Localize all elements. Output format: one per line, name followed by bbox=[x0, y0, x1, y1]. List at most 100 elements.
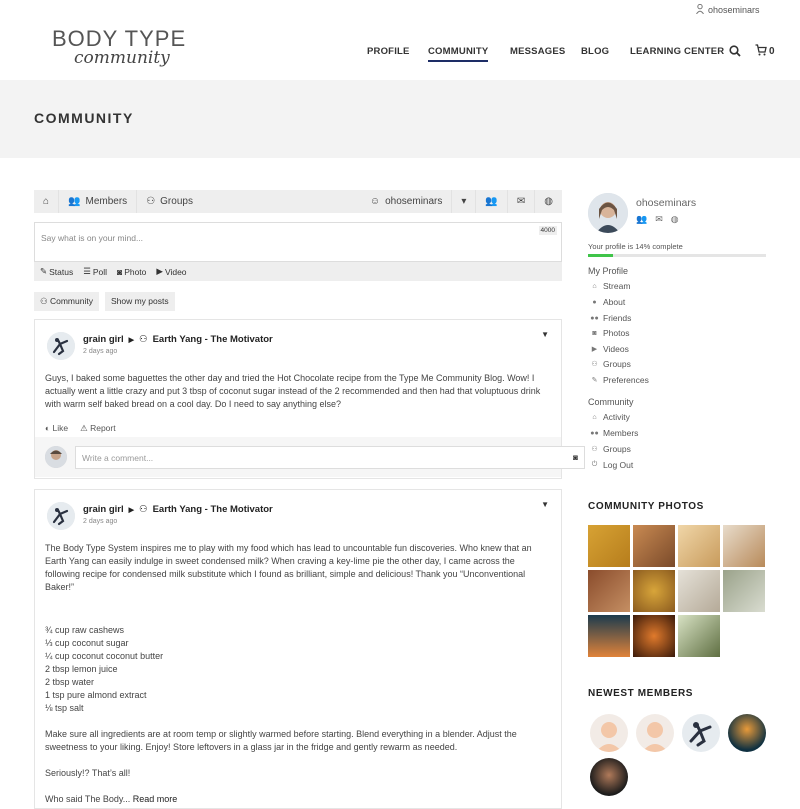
camera-icon[interactable]: ◙ bbox=[573, 453, 578, 462]
envelope-icon: ✉ bbox=[516, 196, 526, 207]
tab-photo-label: Photo bbox=[124, 266, 147, 277]
messages-button[interactable]: ✉ bbox=[506, 190, 534, 213]
comment-placeholder: Write a comment... bbox=[82, 453, 154, 463]
community-photo[interactable] bbox=[588, 615, 630, 657]
group-name[interactable]: Earth Yang - The Motivator bbox=[153, 504, 273, 515]
member-avatar[interactable] bbox=[590, 714, 628, 752]
notifications-button[interactable]: ◍ bbox=[534, 190, 562, 213]
post-options-caret-icon[interactable]: ▼ bbox=[541, 500, 549, 509]
profile-name[interactable]: ohoseminars bbox=[636, 197, 696, 209]
members-button[interactable]: 👥 Members bbox=[59, 190, 138, 213]
community-photo[interactable] bbox=[633, 570, 675, 612]
sidebar-item-friends[interactable]: ●● Friends bbox=[590, 313, 631, 323]
community-photo[interactable] bbox=[678, 525, 720, 567]
tab-poll[interactable]: ☰ Poll bbox=[83, 266, 107, 277]
nav-profile[interactable]: PROFILE bbox=[367, 46, 410, 57]
tab-status[interactable]: ✎ Status bbox=[40, 266, 73, 277]
ingredient-item: 2 tbsp water bbox=[45, 677, 95, 687]
profile-progress-label: Your profile is 14% complete bbox=[588, 242, 683, 251]
nav-learning-center[interactable]: LEARNING CENTER bbox=[630, 46, 724, 57]
home-icon: ⌂ bbox=[592, 413, 597, 421]
community-photo[interactable] bbox=[588, 525, 630, 567]
sidebar-item-stream[interactable]: ⌂ Stream bbox=[590, 281, 630, 291]
member-avatar[interactable] bbox=[682, 714, 720, 752]
report-button[interactable]: ⚠ Report bbox=[80, 423, 116, 434]
filter-community-button[interactable]: ⚇ Community bbox=[34, 292, 99, 311]
profile-quick-icons: 👥 ✉ ◍ bbox=[636, 214, 679, 225]
status-composer[interactable]: Say what is on your mind... 4000 bbox=[34, 222, 562, 262]
post-body: Guys, I baked some baguettes the other d… bbox=[45, 373, 541, 409]
sidebar-link-label: Videos bbox=[603, 344, 629, 354]
community-photo[interactable] bbox=[678, 570, 720, 612]
ingredient-item: ⅛ tsp salt bbox=[45, 703, 84, 713]
toolbar-user-name: ohoseminars bbox=[385, 196, 443, 207]
sidebar-item-community-groups[interactable]: ⚇ Groups bbox=[590, 444, 631, 454]
user-account-link[interactable]: ohoseminars bbox=[696, 3, 760, 16]
stream-filter-bar: ⚇ Community Show my posts bbox=[34, 292, 175, 311]
sidebar-item-photos[interactable]: ◙ Photos bbox=[590, 328, 629, 338]
author-avatar[interactable] bbox=[47, 502, 75, 530]
sidebar-item-groups[interactable]: ⚇ Groups bbox=[590, 359, 631, 369]
user-menu-dropdown[interactable]: ▾ bbox=[451, 190, 475, 213]
member-avatar[interactable] bbox=[636, 714, 674, 752]
author-name[interactable]: grain girl bbox=[83, 334, 124, 345]
tab-status-label: Status bbox=[49, 266, 74, 277]
post-intro: The Body Type System inspires me to play… bbox=[45, 543, 532, 592]
community-photo[interactable] bbox=[633, 525, 675, 567]
member-avatar[interactable] bbox=[590, 758, 628, 796]
read-more-link[interactable]: Read more bbox=[133, 794, 178, 804]
members-icon: 👥 bbox=[68, 196, 81, 207]
nav-community[interactable]: COMMUNITY bbox=[428, 46, 489, 62]
site-logo[interactable]: BODY TYPE community bbox=[52, 26, 186, 68]
friends-button[interactable]: 👥 bbox=[475, 190, 506, 213]
post-teaser: Who said The Body... bbox=[45, 794, 131, 804]
nav-blog[interactable]: BLOG bbox=[581, 46, 609, 57]
community-photo[interactable] bbox=[588, 570, 630, 612]
group-name[interactable]: Earth Yang - The Motivator bbox=[153, 334, 273, 345]
globe-icon[interactable]: ◍ bbox=[671, 214, 679, 225]
sidebar-item-logout[interactable]: ⏻ Log Out bbox=[590, 460, 634, 470]
profile-progress-bar bbox=[588, 254, 766, 257]
groups-icon: ⚇ bbox=[146, 196, 156, 207]
groups-label: Groups bbox=[160, 196, 193, 207]
comment-input[interactable]: Write a comment... ◙ bbox=[75, 446, 585, 469]
edit-icon: ✎ bbox=[591, 377, 598, 384]
page-title: COMMUNITY bbox=[34, 110, 134, 126]
home-button[interactable]: ⌂ bbox=[34, 190, 60, 213]
profile-avatar[interactable] bbox=[588, 193, 628, 233]
commenter-avatar bbox=[45, 446, 67, 468]
cart-button[interactable]: 0 bbox=[755, 44, 775, 59]
community-photo[interactable] bbox=[723, 570, 765, 612]
sidebar-item-videos[interactable]: ▶ Videos bbox=[590, 344, 629, 354]
sidebar-link-label: Activity bbox=[603, 412, 630, 422]
community-photo[interactable] bbox=[723, 525, 765, 567]
community-photo[interactable] bbox=[633, 615, 675, 657]
sidebar-item-activity[interactable]: ⌂ Activity bbox=[590, 412, 630, 422]
author-avatar[interactable] bbox=[47, 332, 75, 360]
filter-my-posts-button[interactable]: Show my posts bbox=[104, 292, 175, 311]
char-counter: 4000 bbox=[538, 226, 557, 235]
sidebar-item-about[interactable]: ● About bbox=[590, 297, 625, 307]
like-button[interactable]: ◐ Like bbox=[45, 423, 68, 434]
envelope-icon[interactable]: ✉ bbox=[655, 214, 663, 225]
search-icon[interactable] bbox=[729, 44, 741, 62]
author-name[interactable]: grain girl bbox=[83, 504, 124, 515]
user-menu-button[interactable]: ☺ ohoseminars bbox=[361, 190, 451, 213]
sidebar-item-members[interactable]: ●● Members bbox=[590, 428, 638, 438]
sidebar-link-label: Members bbox=[603, 428, 639, 438]
tab-photo[interactable]: ◙ Photo bbox=[117, 267, 146, 277]
post-options-caret-icon[interactable]: ▼ bbox=[541, 330, 549, 339]
tab-video[interactable]: ▶ Video bbox=[156, 266, 186, 277]
groups-button[interactable]: ⚇ Groups bbox=[137, 190, 202, 213]
community-toolbar: ⌂ 👥 Members ⚇ Groups ☺ ohoseminars ▾ 👥 ✉ ◍ bbox=[34, 190, 562, 213]
friends-icon[interactable]: 👥 bbox=[636, 214, 647, 225]
nav-messages[interactable]: MESSAGES bbox=[510, 46, 565, 57]
community-photos-grid bbox=[588, 525, 768, 657]
newest-members-list bbox=[588, 712, 768, 802]
power-icon: ⏻ bbox=[591, 461, 598, 468]
community-photo[interactable] bbox=[678, 615, 720, 657]
members-label: Members bbox=[85, 196, 128, 207]
sidebar-item-preferences[interactable]: ✎ Preferences bbox=[590, 375, 649, 385]
ingredient-item: ¼ cup coconut coconut butter bbox=[45, 651, 164, 661]
member-avatar[interactable] bbox=[728, 714, 766, 752]
